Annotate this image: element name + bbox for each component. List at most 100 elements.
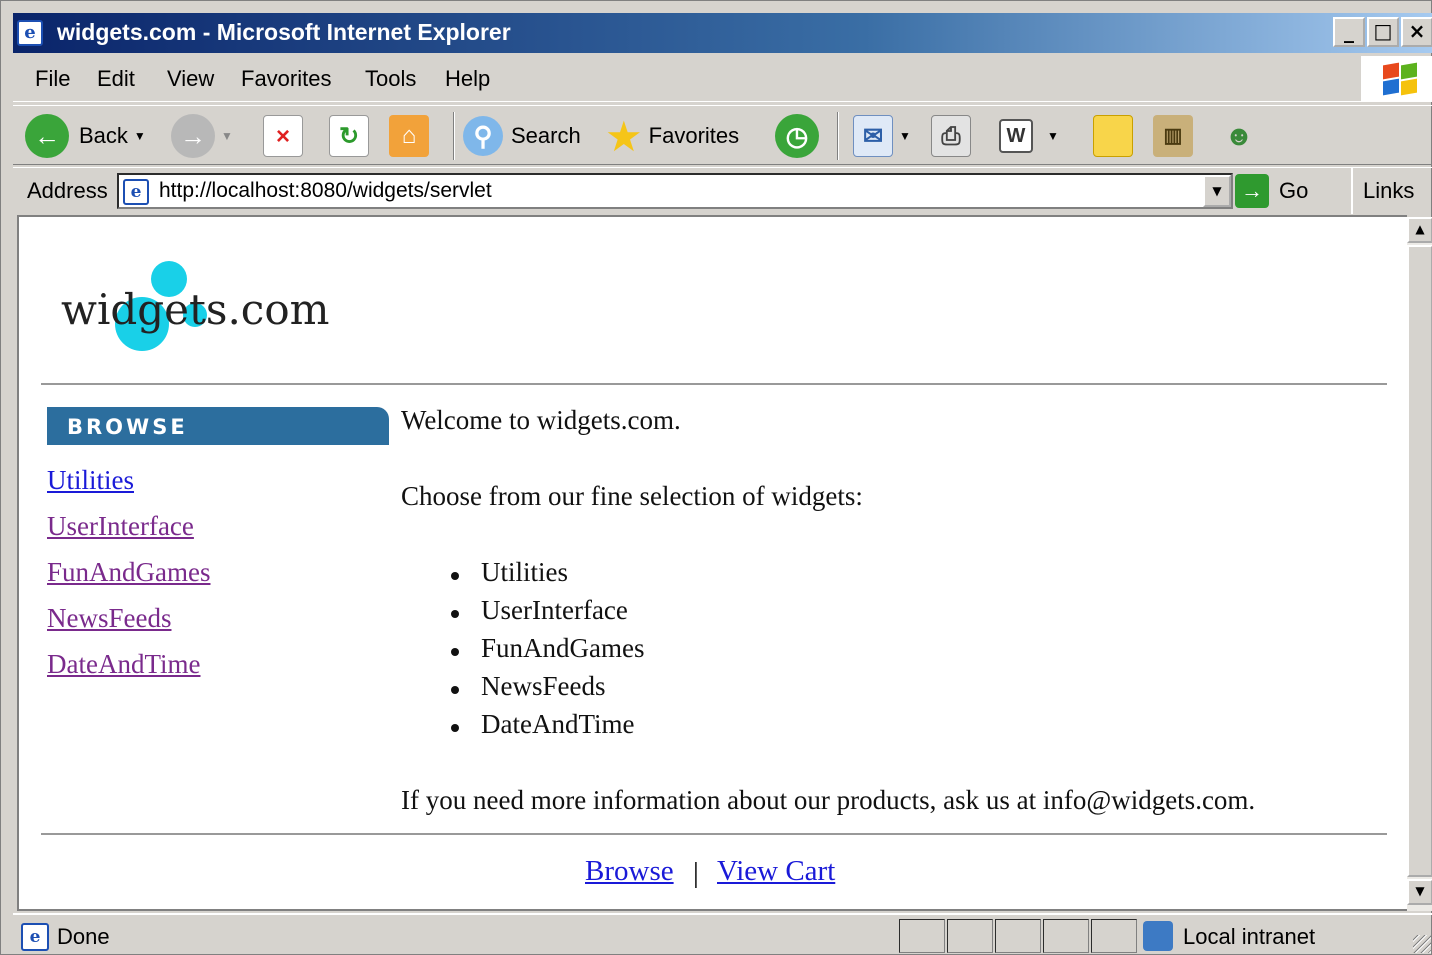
list-item: Utilities (481, 557, 568, 587)
address-input[interactable] (159, 178, 1189, 204)
window-controls: _ □ × (1333, 17, 1432, 47)
welcome-text: Welcome to widgets.com. (401, 405, 681, 435)
links-label: Links (1363, 178, 1415, 203)
footer-separator: | (693, 857, 699, 889)
favorites-button[interactable]: ★ Favorites (605, 106, 739, 166)
choose-text: Choose from our fine selection of widget… (401, 481, 863, 511)
links-button[interactable]: Links » (1351, 168, 1432, 249)
window-title: widgets.com - Microsoft Internet Explore… (57, 19, 511, 45)
messenger-icon: ☻ (1224, 120, 1254, 151)
menu-tools[interactable]: Tools (365, 66, 416, 92)
back-button[interactable]: ← Back ▼ (25, 106, 146, 166)
close-button[interactable]: × (1401, 17, 1432, 47)
refresh-button[interactable]: ↻ (329, 106, 369, 166)
list-item: FunAndGames (481, 633, 645, 663)
edit-button[interactable]: W ▼ (999, 106, 1059, 166)
divider (41, 833, 1387, 835)
resize-grip-icon[interactable] (1413, 935, 1431, 953)
chevron-down-icon[interactable]: ▼ (899, 129, 911, 143)
forward-arrow-icon: → (171, 114, 215, 158)
go-arrow-icon: → (1235, 174, 1269, 208)
printer-icon: ⎙ (931, 115, 971, 157)
sidebar-link-funandgames[interactable]: FunAndGames (47, 557, 211, 588)
address-field[interactable]: e ▼ (117, 173, 1233, 209)
divider (41, 383, 1387, 385)
title-bar[interactable]: e widgets.com - Microsoft Internet Explo… (13, 13, 1432, 53)
status-pane (1091, 919, 1137, 953)
address-dropdown-button[interactable]: ▼ (1203, 175, 1231, 207)
browse-header-label: BROWSE (67, 415, 188, 439)
scroll-down-button[interactable]: ▼ (1407, 879, 1432, 905)
footer-view-cart-link[interactable]: View Cart (717, 855, 835, 888)
footer-browse-link[interactable]: Browse (585, 855, 674, 888)
status-text: Done (57, 924, 110, 949)
messenger-button[interactable]: ☻ (1219, 106, 1259, 166)
menu-edit[interactable]: Edit (97, 66, 135, 92)
vertical-scrollbar[interactable]: ▲ ▼ (1407, 217, 1432, 911)
scroll-thumb[interactable] (1407, 245, 1432, 877)
address-label: Address (27, 178, 108, 203)
minimize-button[interactable]: _ (1333, 17, 1365, 47)
maximize-button[interactable]: □ (1367, 17, 1399, 47)
chevron-down-icon[interactable]: ▼ (134, 129, 146, 143)
note-icon (1093, 115, 1133, 157)
menu-help[interactable]: Help (445, 66, 490, 92)
mail-button[interactable]: ✉ ▼ (853, 106, 911, 166)
back-label: Back (79, 123, 128, 148)
print-button[interactable]: ⎙ (931, 106, 971, 166)
browser-window: e widgets.com - Microsoft Internet Explo… (0, 0, 1432, 955)
home-button[interactable]: ⌂ (389, 106, 429, 166)
address-bar: Address e ▼ → Go Links » (13, 167, 1432, 249)
word-icon: W (999, 119, 1033, 153)
sidebar-link-dateandtime[interactable]: DateAndTime (47, 649, 201, 680)
chevron-down-icon[interactable]: ▼ (221, 129, 233, 143)
discuss-button[interactable] (1093, 106, 1133, 166)
logo-text: widgets.com (61, 285, 330, 334)
search-button[interactable]: ⚲ Search (463, 106, 581, 166)
search-icon: ⚲ (463, 116, 503, 156)
menu-favorites[interactable]: Favorites (241, 66, 331, 92)
bullet (451, 648, 459, 656)
list-item: DateAndTime (481, 709, 635, 739)
research-button[interactable]: ▥ (1153, 106, 1193, 166)
stop-button[interactable]: × (263, 106, 303, 166)
stop-icon: × (263, 115, 303, 157)
status-pane (899, 919, 945, 953)
status-pane (1043, 919, 1089, 953)
history-button[interactable]: ◷ (775, 106, 819, 166)
menu-bar: File Edit View Favorites Tools Help (13, 56, 1432, 102)
sidebar-link-utilities[interactable]: Utilities (47, 465, 134, 496)
info-text: If you need more information about our p… (401, 785, 1256, 815)
site-logo[interactable]: widgets.com (59, 259, 339, 359)
status-pane (995, 919, 1041, 953)
research-icon: ▥ (1153, 115, 1193, 157)
intranet-zone-icon (1143, 921, 1173, 951)
bullet (451, 572, 459, 580)
chevron-down-icon[interactable]: ▼ (1047, 129, 1059, 143)
menu-file[interactable]: File (35, 66, 70, 92)
forward-button[interactable]: → ▼ (171, 106, 233, 166)
bullet (451, 686, 459, 694)
scroll-up-button[interactable]: ▲ (1407, 217, 1432, 243)
history-icon: ◷ (775, 114, 819, 158)
windows-logo-icon (1361, 56, 1432, 102)
security-zone-label: Local intranet (1183, 924, 1316, 949)
sidebar-link-userinterface[interactable]: UserInterface (47, 511, 194, 542)
status-pane (947, 919, 993, 953)
refresh-icon: ↻ (329, 115, 369, 157)
go-label: Go (1279, 178, 1309, 203)
standard-toolbar: ← Back ▼ → ▼ × ↻ ⌂ ⚲ Search ★ Favorites … (13, 105, 1432, 165)
list-item: UserInterface (481, 595, 628, 625)
ie-icon: e (17, 20, 43, 46)
ie-page-icon: e (123, 179, 149, 205)
browse-header: BROWSE (47, 407, 389, 445)
menu-view[interactable]: View (167, 66, 214, 92)
status-bar: e Done Local intranet (13, 913, 1432, 955)
page-viewport[interactable]: widgets.com BROWSE Utilities UserInterfa… (17, 215, 1407, 911)
bullet (451, 724, 459, 732)
go-button[interactable]: → Go (1235, 172, 1308, 210)
bullet (451, 610, 459, 618)
sidebar-link-newsfeeds[interactable]: NewsFeeds (47, 603, 171, 634)
ie-page-icon: e (21, 923, 49, 951)
back-arrow-icon: ← (25, 114, 69, 158)
